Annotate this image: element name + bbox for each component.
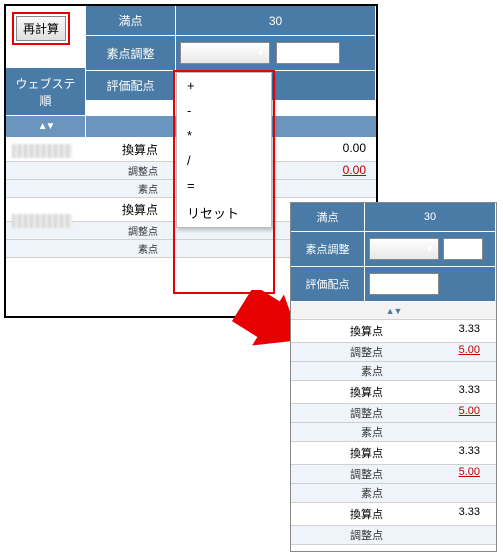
kansan-label: 換算点 (291, 381, 391, 403)
redacted-name (12, 144, 72, 158)
chosei-value[interactable]: 5.00 (391, 465, 496, 483)
kansan-value: 3.33 (391, 320, 496, 342)
kansan-label: 換算点 (291, 503, 391, 525)
chevron-down-icon: ▾ (427, 244, 432, 255)
front-panel: 満点 30 素点調整 ▾ 評価配点 20.00 ▲▼ 換算点3.33 調整点5.… (290, 202, 497, 552)
max-label: 満点 (291, 203, 365, 232)
soten-label: 素点 (291, 362, 391, 380)
kansan-value: 3.33 (391, 442, 496, 464)
dist-value-input[interactable]: 20.00 (369, 273, 439, 295)
recalc-highlight: 再計算 (12, 12, 70, 45)
chosei-label: 調整点 (291, 404, 391, 422)
kansan-value: 3.33 (391, 503, 496, 525)
dropdown-option-divide[interactable]: / (177, 148, 271, 173)
dropdown-option-plus[interactable]: + (177, 73, 271, 98)
sort-icon: ▲▼ (386, 306, 402, 316)
chevron-down-icon: ▾ (258, 48, 263, 59)
soten-label: 素点 (291, 423, 391, 441)
kansan-label: 換算点 (291, 320, 391, 342)
adjust-value-input[interactable]: 5 (276, 42, 340, 64)
dropdown-option-times[interactable]: * (177, 123, 271, 148)
sort-icon: ▲▼ (38, 121, 54, 132)
chosei-label: 調整点 (291, 465, 391, 483)
header-row-max: 満点 30 (86, 6, 376, 36)
soten-label: 素点 (291, 484, 391, 502)
adjust-operator-select[interactable]: ▾ (369, 238, 439, 260)
dist-label: 評価配点 (291, 267, 365, 302)
redacted-name (12, 214, 72, 228)
adjust-operator-select[interactable]: ▾ (180, 42, 270, 64)
chosei-label: 調整点 (291, 526, 391, 544)
order-label: ウェブステ順 (6, 68, 86, 116)
header-row-adjust: 素点調整 ▾ 5 (86, 36, 376, 71)
adjust-label: 素点調整 (291, 232, 365, 267)
front-header-dist: 評価配点 20.00 (291, 267, 496, 302)
front-sort-bar[interactable]: ▲▼ (291, 302, 496, 320)
operator-dropdown: + - * / = リセット (176, 72, 272, 228)
dist-label: 評価配点 (86, 71, 176, 101)
max-value: 30 (365, 203, 496, 232)
front-data-rows: 換算点3.33 調整点5.00 素点 換算点3.33 調整点5.00 素点 換算… (291, 320, 496, 545)
chosei-label: 調整点 (291, 343, 391, 361)
chosei-label: 調整点 (6, 162, 166, 179)
soten-label: 素点 (6, 180, 166, 197)
max-value: 30 (176, 6, 376, 36)
front-header-adjust: 素点調整 ▾ (291, 232, 496, 267)
order-sort[interactable]: ▲▼ (6, 116, 86, 138)
dropdown-option-minus[interactable]: - (177, 98, 271, 123)
kansan-label: 換算点 (291, 442, 391, 464)
kansan-value: 3.33 (391, 381, 496, 403)
adjust-label: 素点調整 (86, 36, 176, 71)
dropdown-option-reset[interactable]: リセット (177, 198, 271, 227)
chosei-value[interactable]: 5.00 (391, 343, 496, 361)
recalc-button[interactable]: 再計算 (16, 16, 66, 41)
soten-label: 素点 (6, 240, 166, 257)
max-label: 満点 (86, 6, 176, 36)
adjust-value-input[interactable] (443, 238, 483, 260)
chosei-value[interactable]: 5.00 (391, 404, 496, 422)
dropdown-option-equals[interactable]: = (177, 173, 271, 198)
front-header-max: 満点 30 (291, 203, 496, 232)
